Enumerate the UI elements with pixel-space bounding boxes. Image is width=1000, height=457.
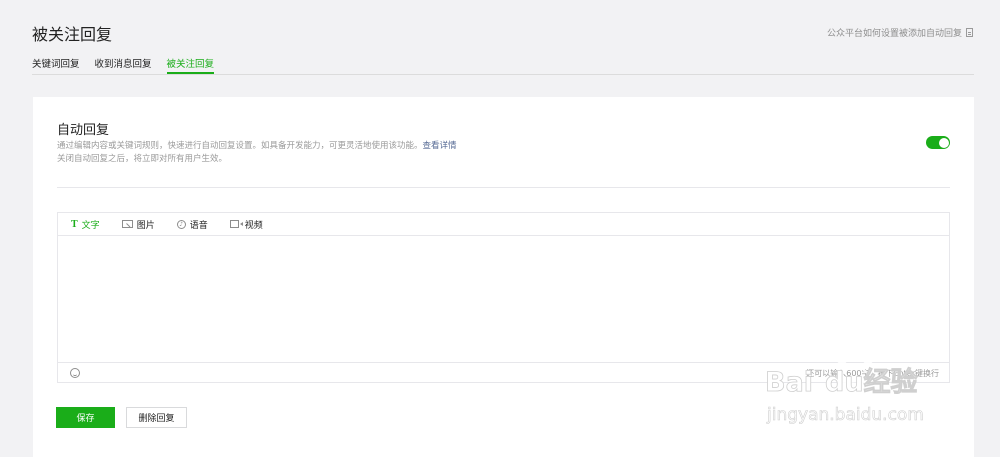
- editor-tab-label: 语音: [189, 220, 208, 231]
- help-link-label: 公众平台如何设置被添加自动回复: [826, 29, 962, 39]
- save-button[interactable]: 保存: [56, 407, 115, 428]
- tab-message-reply[interactable]: 收到消息回复: [95, 56, 152, 74]
- editor-tab-label: 视频: [244, 220, 263, 231]
- section-title: 自动回复: [57, 123, 110, 138]
- reply-text-area[interactable]: [58, 236, 949, 362]
- description-note: 关闭自动回复之后，将立即对所有用户生效。: [57, 154, 228, 164]
- auto-reply-card: 自动回复 通过编辑内容或关键词规则，快速进行自动回复设置。如具备开发能力，可更灵…: [33, 97, 974, 457]
- editor-tab-image[interactable]: 图片: [121, 218, 155, 231]
- char-counter: 还可以输入600字，按下Enter键换行: [806, 369, 939, 378]
- auto-reply-toggle[interactable]: [926, 136, 950, 149]
- editor-tabs: T 文字 图片 ♪ 语音 视频: [58, 213, 949, 236]
- video-icon: [229, 220, 243, 228]
- editor-tab-voice[interactable]: ♪ 语音: [176, 218, 208, 231]
- voice-icon: ♪: [176, 219, 186, 229]
- editor-tab-label: 文字: [81, 220, 100, 231]
- divider: [57, 187, 950, 188]
- help-link[interactable]: 公众平台如何设置被添加自动回复: [827, 26, 973, 39]
- emoji-icon[interactable]: [70, 368, 80, 378]
- editor-tab-text[interactable]: T 文字: [71, 218, 100, 231]
- toggle-knob: [938, 137, 949, 148]
- editor-footer: 还可以输入600字，按下Enter键换行: [58, 362, 949, 384]
- image-icon: [121, 220, 133, 228]
- text-icon: T: [71, 218, 78, 230]
- delete-reply-button[interactable]: 删除回复: [126, 407, 187, 428]
- tab-keyword-reply[interactable]: 关键词回复: [32, 56, 80, 74]
- editor-tab-video[interactable]: 视频: [229, 218, 263, 231]
- tab-follow-reply[interactable]: 被关注回复: [166, 56, 215, 74]
- more-link[interactable]: 查看详情: [423, 141, 457, 151]
- reply-type-tabs: 关键词回复 收到消息回复 被关注回复: [32, 56, 974, 75]
- editor-tab-label: 图片: [136, 220, 155, 231]
- description: 通过编辑内容或关键词规则，快速进行自动回复设置。如具备开发能力，可更灵活地使用该…: [57, 139, 457, 151]
- reply-editor: T 文字 图片 ♪ 语音 视频 还可以输入600字，按下Enter键换行: [57, 212, 950, 383]
- page-title: 被关注回复: [32, 25, 113, 44]
- description-text: 通过编辑内容或关键词规则，快速进行自动回复设置。如具备开发能力，可更灵活地使用该…: [57, 141, 423, 151]
- document-icon: [966, 28, 973, 37]
